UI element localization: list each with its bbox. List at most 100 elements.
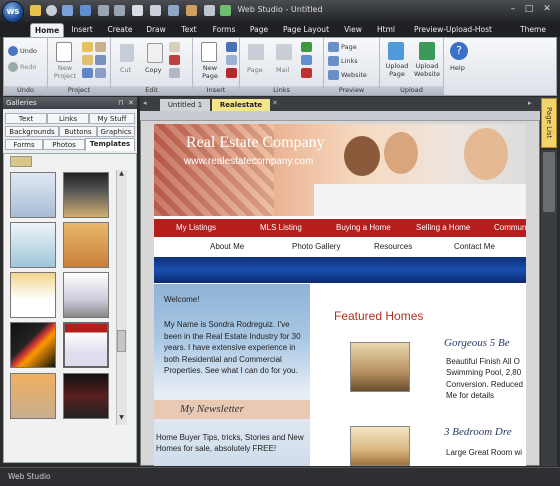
close-doc-icon[interactable]: ✕ [272, 99, 278, 107]
nav-photo-gallery[interactable]: Photo Gallery [292, 242, 340, 251]
scroll-up-icon[interactable]: ▲ [116, 170, 127, 180]
gallery-scroll-thumb[interactable] [117, 330, 126, 352]
template-thumb[interactable] [10, 172, 56, 218]
picture-icon[interactable] [226, 55, 237, 65]
gallery-scrollbar[interactable] [116, 170, 127, 425]
gallery-tab-text[interactable]: Text [5, 113, 47, 124]
group-label-undo: Undo [4, 86, 47, 95]
theme-menu[interactable]: Theme [518, 23, 548, 37]
nav-my-listings[interactable]: My Listings [176, 223, 216, 232]
tab-insert[interactable]: Insert [67, 23, 97, 37]
preview-page-button[interactable]: Page [341, 43, 357, 51]
text-box-icon[interactable] [226, 42, 237, 52]
save-project-icon[interactable] [95, 55, 106, 65]
new-project-button[interactable]: New Project [51, 64, 79, 80]
minimize-button[interactable]: – [506, 3, 520, 15]
preview-links-button[interactable]: Links [341, 57, 358, 65]
template-thumb[interactable] [63, 172, 109, 218]
nav-buying-home[interactable]: Buying a Home [336, 223, 391, 232]
company-url: www.realestatecompany.com [184, 156, 314, 167]
website-page[interactable]: Real Estate Company www.realestatecompan… [154, 124, 526, 466]
template-thumb[interactable] [10, 222, 56, 268]
gallery-tab-backgrounds[interactable]: Backgrounds [5, 126, 59, 137]
gallery-tab-links[interactable]: Links [47, 113, 89, 124]
tab-forms[interactable]: Forms [209, 23, 239, 37]
tab-home[interactable]: Home [30, 23, 64, 37]
paste-icon[interactable] [169, 42, 180, 52]
delete-icon[interactable] [169, 55, 180, 65]
save-all-icon[interactable] [82, 68, 93, 78]
redo-button[interactable]: Redo [20, 63, 36, 71]
copy-button[interactable]: Copy [145, 66, 162, 74]
sky-banner [154, 257, 526, 283]
group-label-edit: Edit [111, 86, 192, 95]
pin-icon[interactable]: ⊓ [118, 99, 123, 107]
bookmark-icon[interactable] [301, 55, 312, 65]
template-thumb[interactable] [10, 373, 56, 419]
new-page-button[interactable]: New Page [196, 64, 224, 80]
nav-mls-listing[interactable]: MLS Listing [260, 223, 302, 232]
open-folder-icon[interactable] [82, 42, 93, 52]
template-thumb-selected[interactable] [63, 322, 109, 368]
nav-resources[interactable]: Resources [374, 242, 412, 251]
listing-photo[interactable] [350, 426, 410, 466]
doc-tab-untitled[interactable]: Untitled 1 [160, 99, 210, 111]
open-recent-icon[interactable] [95, 42, 106, 52]
tab-view[interactable]: View [340, 23, 366, 37]
preview-website-button[interactable]: Website [341, 71, 367, 79]
template-thumb[interactable] [10, 272, 56, 318]
media-icon[interactable] [226, 68, 237, 78]
listing-title[interactable]: 3 Bedroom Dre [444, 426, 512, 438]
newsletter-title: My Newsletter [180, 403, 244, 415]
gallery-tab-templates[interactable]: Templates [85, 138, 135, 151]
link-icon[interactable] [301, 42, 312, 52]
nav-about-me[interactable]: About Me [210, 242, 244, 251]
group-edit: Cut Copy Edit [111, 38, 193, 95]
close-button[interactable]: ✕ [540, 3, 554, 15]
tab-create[interactable]: Create [104, 23, 136, 37]
gallery-tab-my-stuff[interactable]: My Stuff [89, 113, 135, 124]
tab-draw[interactable]: Draw [142, 23, 170, 37]
scroll-down-icon[interactable]: ▼ [116, 414, 127, 424]
tab-html[interactable]: Html [374, 23, 398, 37]
tab-page[interactable]: Page [246, 23, 272, 37]
folder-icon[interactable] [82, 55, 93, 65]
template-thumb[interactable] [10, 322, 56, 368]
help-button[interactable]: Help [450, 64, 465, 72]
page-link-button[interactable]: Page [247, 66, 263, 74]
mail-link-button[interactable]: Mail [276, 66, 289, 74]
group-undo: Undo Redo Undo [4, 38, 48, 95]
undo-button[interactable]: Undo [20, 47, 37, 55]
gallery-tab-graphics[interactable]: Graphics [97, 126, 135, 137]
template-thumb[interactable] [63, 222, 109, 268]
gallery-tab-photos[interactable]: Photos [43, 139, 85, 150]
upload-page-button[interactable]: Upload Page [383, 62, 411, 78]
tab-page-layout[interactable]: Page Layout [280, 23, 332, 37]
nav-contact-me[interactable]: Contact Me [454, 242, 495, 251]
page-list-tab[interactable]: Page List [541, 98, 557, 148]
select-all-icon[interactable] [169, 68, 180, 78]
cut-button[interactable]: Cut [120, 66, 131, 74]
gallery-tab-buttons[interactable]: Buttons [59, 126, 97, 137]
upload-website-button[interactable]: Upload Website [411, 62, 443, 78]
template-thumb[interactable] [63, 272, 109, 318]
folder-up-icon[interactable] [10, 156, 32, 167]
gallery-tab-forms[interactable]: Forms [5, 139, 43, 150]
editor-scroll-thumb[interactable] [543, 152, 555, 212]
listing-photo[interactable] [350, 342, 410, 392]
listing-title[interactable]: Gorgeous 5 Be [444, 337, 510, 349]
nav-community[interactable]: Commun [494, 223, 526, 232]
maximize-button[interactable]: □ [522, 3, 536, 15]
tab-preview-upload-host[interactable]: Preview-Upload-Host [408, 23, 498, 37]
tab-scroll-right-icon[interactable]: ▸ [528, 99, 532, 107]
tab-text[interactable]: Text [176, 23, 202, 37]
remove-link-icon[interactable] [301, 68, 312, 78]
template-thumb[interactable] [63, 373, 109, 419]
close-panel-icon[interactable]: ✕ [128, 99, 134, 107]
doc-tab-realestate[interactable]: Realestate [212, 99, 270, 111]
nav-selling-home[interactable]: Selling a Home [416, 223, 470, 232]
print-icon[interactable] [95, 68, 106, 78]
welcome-heading: Welcome! [164, 295, 200, 304]
tab-scroll-left-icon[interactable]: ◂ [143, 99, 147, 107]
new-project-icon [56, 42, 72, 62]
